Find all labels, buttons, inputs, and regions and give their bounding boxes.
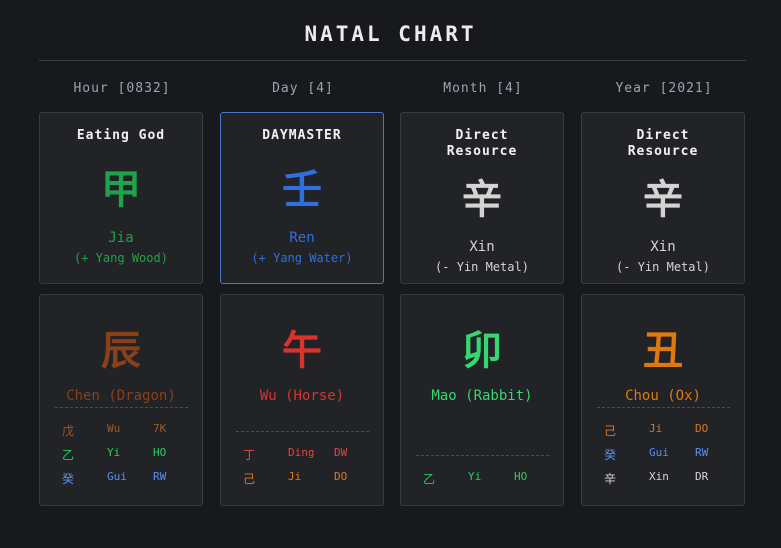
hidden-stem-ten-god: RW bbox=[695, 446, 709, 459]
hidden-stem-ten-god: DW bbox=[334, 446, 348, 459]
ten-god-role: Eating God bbox=[40, 128, 202, 144]
hidden-stems-divider bbox=[416, 455, 549, 456]
stem-name: Jia bbox=[108, 230, 134, 246]
branch-name: Wu (Horse) bbox=[259, 388, 345, 404]
title-divider bbox=[39, 60, 746, 61]
column-header: Year [2021] bbox=[615, 81, 713, 96]
hidden-stem-character: 辛 bbox=[604, 472, 617, 486]
hidden-stem-character: 乙 bbox=[423, 472, 436, 486]
earthly-branch-card[interactable]: 卯 Mao (Rabbit) 乙 Yi HO bbox=[400, 294, 564, 506]
hidden-stem-pinyin: Ji bbox=[288, 470, 302, 483]
hidden-stems-divider bbox=[597, 407, 730, 408]
stem-element: (- Yin Metal) bbox=[616, 260, 710, 274]
hidden-stem-row: 乙 Yi HO bbox=[40, 446, 202, 462]
page-title: NATAL CHART bbox=[304, 22, 477, 46]
hidden-stem-pinyin: Ji bbox=[649, 422, 663, 435]
earthly-branch-card[interactable]: 辰 Chen (Dragon) 戊 Wu 7K 乙 Yi HO 癸 Gui RW bbox=[39, 294, 203, 506]
column-header: Month [4] bbox=[443, 81, 523, 96]
column-header: Hour [0832] bbox=[73, 81, 171, 96]
heavenly-stem-card[interactable]: DAYMASTER 壬 Ren (+ Yang Water) bbox=[220, 112, 384, 284]
earthly-branch-card[interactable]: 丑 Chou (Ox) 己 Ji DO 癸 Gui RW 辛 Xin DR bbox=[581, 294, 745, 506]
earthly-branch-card[interactable]: 午 Wu (Horse) 丁 Ding DW 己 Ji DO bbox=[220, 294, 384, 506]
branch-character: 丑 bbox=[643, 328, 683, 374]
hidden-stem-ten-god: DR bbox=[695, 470, 709, 483]
hidden-stem-character: 戊 bbox=[62, 424, 75, 438]
stem-name: Xin bbox=[469, 239, 495, 255]
hidden-stem-row: 乙 Yi HO bbox=[401, 470, 563, 486]
hidden-stem-pinyin: Yi bbox=[468, 470, 482, 483]
ten-god-role-line: Direct bbox=[455, 128, 509, 143]
stem-character: 甲 bbox=[101, 167, 141, 213]
hidden-stem-row: 己 Ji DO bbox=[221, 470, 383, 486]
branch-name: Chen (Dragon) bbox=[66, 388, 176, 404]
stem-element: (+ Yang Water) bbox=[251, 251, 353, 265]
hidden-stem-row: 戊 Wu 7K bbox=[40, 422, 202, 438]
hidden-stem-pinyin: Yi bbox=[107, 446, 121, 459]
stem-character: 辛 bbox=[643, 177, 683, 223]
ten-god-role: Direct Resource bbox=[401, 128, 563, 160]
hidden-stem-ten-god: HO bbox=[514, 470, 528, 483]
stem-element: (- Yin Metal) bbox=[435, 260, 529, 274]
hidden-stem-ten-god: DO bbox=[334, 470, 348, 483]
branch-character: 辰 bbox=[101, 328, 141, 374]
stem-character: 辛 bbox=[462, 177, 502, 223]
hidden-stem-pinyin: Gui bbox=[649, 446, 669, 459]
hidden-stem-pinyin: Ding bbox=[288, 446, 315, 459]
hidden-stem-pinyin: Gui bbox=[107, 470, 127, 483]
ten-god-role-line: Eating God bbox=[76, 128, 166, 143]
ten-god-role: Direct Resource bbox=[582, 128, 744, 160]
stem-name: Ren bbox=[289, 230, 315, 246]
ten-god-role-line: Resource bbox=[627, 144, 699, 159]
stem-element: (+ Yang Wood) bbox=[74, 251, 168, 265]
hidden-stem-ten-god: HO bbox=[153, 446, 167, 459]
ten-god-role-line: Direct bbox=[636, 128, 690, 143]
hidden-stem-pinyin: Wu bbox=[107, 422, 121, 435]
stem-name: Xin bbox=[650, 239, 676, 255]
branch-name: Chou (Ox) bbox=[625, 388, 701, 404]
heavenly-stem-card[interactable]: Eating God 甲 Jia (+ Yang Wood) bbox=[39, 112, 203, 284]
branch-character: 午 bbox=[282, 328, 322, 374]
hidden-stem-ten-god: RW bbox=[153, 470, 167, 483]
hidden-stems-divider bbox=[55, 407, 188, 408]
stem-character: 壬 bbox=[282, 167, 322, 213]
ten-god-role-line: Resource bbox=[446, 144, 518, 159]
hidden-stem-row: 丁 Ding DW bbox=[221, 446, 383, 462]
hidden-stem-row: 辛 Xin DR bbox=[582, 470, 744, 486]
heavenly-stem-card[interactable]: Direct Resource 辛 Xin (- Yin Metal) bbox=[581, 112, 745, 284]
hidden-stem-row: 己 Ji DO bbox=[582, 422, 744, 438]
hidden-stem-pinyin: Xin bbox=[649, 470, 669, 483]
hidden-stem-character: 己 bbox=[604, 424, 617, 438]
hidden-stem-character: 乙 bbox=[62, 448, 75, 462]
hidden-stem-character: 癸 bbox=[62, 472, 75, 486]
hidden-stem-row: 癸 Gui RW bbox=[40, 470, 202, 486]
branch-name: Mao (Rabbit) bbox=[431, 388, 533, 404]
hidden-stem-ten-god: 7K bbox=[153, 422, 167, 435]
ten-god-role-line: DAYMASTER bbox=[262, 128, 342, 143]
hidden-stem-character: 丁 bbox=[243, 448, 256, 462]
hidden-stem-character: 己 bbox=[243, 472, 256, 486]
column-header: Day [4] bbox=[272, 81, 334, 96]
branch-character: 卯 bbox=[462, 328, 502, 374]
hidden-stem-ten-god: DO bbox=[695, 422, 709, 435]
hidden-stem-row: 癸 Gui RW bbox=[582, 446, 744, 462]
hidden-stem-character: 癸 bbox=[604, 448, 617, 462]
hidden-stems-divider bbox=[236, 431, 369, 432]
ten-god-role: DAYMASTER bbox=[221, 128, 383, 144]
heavenly-stem-card[interactable]: Direct Resource 辛 Xin (- Yin Metal) bbox=[400, 112, 564, 284]
